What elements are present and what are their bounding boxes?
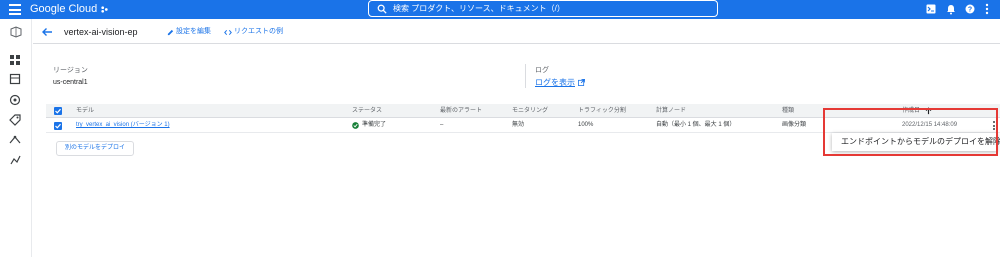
left-nav-rail [0,19,32,257]
col-header-model[interactable]: モデル [76,104,94,118]
search-input[interactable]: 検索 プロダクト、リソース、ドキュメント（/） [368,0,718,17]
sample-request-button[interactable]: リクエストの例 [224,26,283,38]
status-cell: 準備完了 [352,118,386,133]
edit-settings-button[interactable]: 設定を編集 [167,26,211,38]
dashboard-icon[interactable] [9,54,21,66]
experiments-icon[interactable] [9,154,21,166]
model-link[interactable]: try_vertex_ai_vision (バージョン 1) [76,118,170,133]
col-header-traffic[interactable]: トラフィック分割 [578,104,626,118]
col-header-status[interactable]: ステータス [352,104,382,118]
brand-logo[interactable]: Google Cloud [30,2,97,17]
svg-text:?: ? [968,7,972,14]
notifications-icon[interactable] [946,4,956,15]
col-header-type[interactable]: 種類 [782,104,794,118]
log-label: ログ [535,67,549,74]
alert-cell: – [440,122,444,128]
traffic-cell: 100% [578,122,594,128]
code-icon [224,29,232,35]
region-label: リージョン [53,67,88,74]
project-icon[interactable] [100,5,109,14]
col-header-compute[interactable]: 計算ノード [656,104,686,118]
col-header-monitoring[interactable]: モニタリング [512,104,548,118]
compute-cell: 自動（最小 1 個、最大 1 個） [656,122,736,128]
search-placeholder: 検索 プロダクト、リソース、ドキュメント（/） [393,4,565,13]
more-vert-icon[interactable] [985,3,989,15]
region-value: us-central1 [53,79,88,86]
datasets-icon[interactable] [9,73,21,85]
menu-icon[interactable] [9,4,21,15]
type-cell: 画像分類 [782,122,807,128]
highlight-annotation [823,108,998,156]
status-text: 準備完了 [362,122,387,128]
col-header-alert[interactable]: 最新のアラート [440,104,482,118]
vertex-ai-logo-icon[interactable] [10,26,22,38]
row-checkbox[interactable] [54,122,62,130]
pipelines-icon[interactable] [9,134,21,146]
help-icon[interactable]: ? [965,4,975,14]
edit-icon [167,29,174,35]
info-divider [525,64,526,88]
search-icon [377,4,387,14]
top-app-bar: Google Cloud 検索 プロダクト、リソース、ドキュメント（/） ? [0,0,1000,19]
model-name[interactable]: try_vertex_ai_vision (バージョン 1) [76,122,170,128]
sample-request-label: リクエストの例 [234,28,283,35]
view-logs-label: ログを表示 [535,78,575,87]
workbench-icon[interactable] [9,94,21,106]
monitoring-cell: 無効 [512,122,525,128]
check-circle-icon [352,122,359,129]
labeling-icon[interactable] [9,114,21,126]
deploy-another-model-button[interactable]: 別のモデルをデプロイ [56,141,134,156]
back-arrow-icon[interactable] [41,26,53,38]
view-logs-link[interactable]: ログを表示 [535,77,585,88]
edit-settings-label: 設定を編集 [176,28,211,35]
open-in-new-icon [578,79,585,86]
select-all-checkbox[interactable] [54,107,62,115]
page-title: vertex-ai-vision-ep [64,27,138,37]
cloud-shell-icon[interactable] [926,4,936,14]
page-header: vertex-ai-vision-ep 設定を編集 リクエストの例 [33,19,1000,44]
